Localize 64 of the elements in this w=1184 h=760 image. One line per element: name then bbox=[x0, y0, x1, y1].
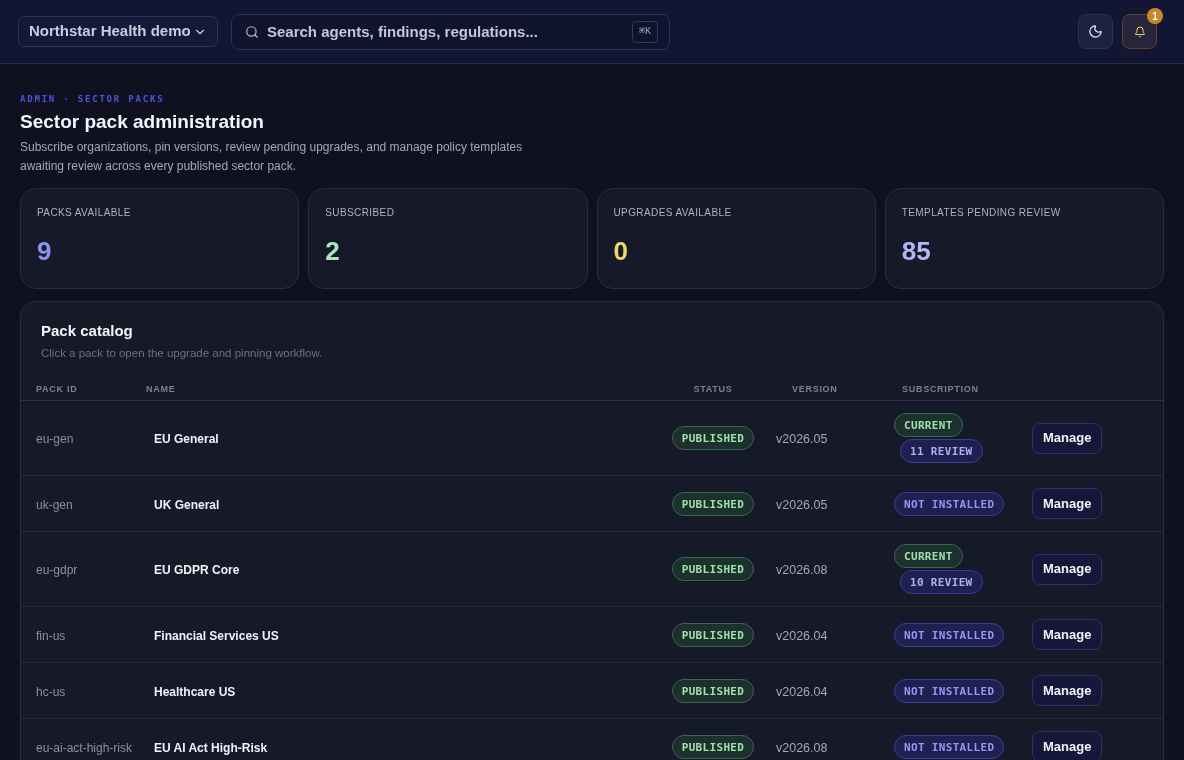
table-cell: uk-gen bbox=[36, 497, 73, 512]
manage-button[interactable]: Manage bbox=[1032, 488, 1103, 519]
bell-icon bbox=[1133, 25, 1146, 38]
table-cell: Financial Services US bbox=[154, 628, 279, 643]
table-cell: EU General bbox=[154, 432, 219, 446]
panel-title: Pack catalog bbox=[41, 321, 134, 341]
table-cell: EU AI Act High-Risk bbox=[154, 740, 268, 755]
moon-icon bbox=[1088, 24, 1103, 39]
theme-toggle-button[interactable] bbox=[1078, 14, 1113, 49]
subscription-badge: CURRENT bbox=[894, 544, 963, 568]
table-cell: EU GDPR Core bbox=[154, 563, 240, 577]
panel-subtitle: Click a pack to open the upgrade and pinning workflow. bbox=[41, 346, 324, 361]
notification-count: 1 bbox=[1147, 8, 1163, 24]
column-header: STATUS bbox=[693, 383, 733, 394]
stat-value: 2 bbox=[325, 236, 341, 266]
page-description: Subscribe organizations, pin versions, review pending upgrades, and manage policy templates awaiting review across every published sector pack. bbox=[20, 139, 524, 175]
stat-label: PACKS AVAILABLE bbox=[37, 207, 132, 219]
table-cell: v2026.05 bbox=[776, 497, 828, 512]
status-badge: PUBLISHED bbox=[671, 678, 755, 703]
subscription-badge: NOT INSTALLED bbox=[894, 678, 1005, 703]
manage-button[interactable]: Manage bbox=[1032, 675, 1103, 706]
stat-label: TEMPLATES PENDING REVIEW bbox=[901, 207, 1062, 219]
table-cell: v2026.08 bbox=[776, 563, 828, 577]
shortcut-key: ⌘K bbox=[631, 20, 658, 43]
table-cell: hc-us bbox=[36, 684, 66, 699]
table-cell: eu-ai-act-high-risk bbox=[36, 740, 133, 755]
status-badge: PUBLISHED bbox=[671, 426, 755, 450]
table-cell: UK General bbox=[154, 497, 220, 512]
table-cell: Healthcare US bbox=[154, 684, 236, 699]
subscription-badge: NOT INSTALLED bbox=[894, 622, 1005, 647]
subscription-badge: NOT INSTALLED bbox=[894, 491, 1005, 516]
table-cell: eu-gen bbox=[36, 432, 74, 446]
column-header: SUBSCRIPTION bbox=[902, 383, 979, 394]
table-cell: v2026.04 bbox=[776, 684, 828, 699]
table-cell: v2026.04 bbox=[776, 628, 828, 643]
status-badge: PUBLISHED bbox=[671, 491, 755, 516]
table-cell: v2026.08 bbox=[776, 740, 828, 755]
table-cell: v2026.05 bbox=[776, 432, 828, 446]
page-title: Sector pack administration bbox=[20, 110, 264, 134]
column-header: NAME bbox=[146, 383, 176, 394]
stat-value: 0 bbox=[613, 236, 629, 266]
status-badge: PUBLISHED bbox=[671, 734, 755, 759]
manage-button[interactable]: Manage bbox=[1032, 422, 1103, 454]
status-badge: PUBLISHED bbox=[671, 557, 755, 581]
manage-button[interactable]: Manage bbox=[1032, 553, 1103, 585]
manage-button[interactable]: Manage bbox=[1032, 731, 1103, 760]
stat-label: SUBSCRIBED bbox=[325, 207, 396, 219]
status-badge: PUBLISHED bbox=[671, 622, 755, 647]
stat-label: UPGRADES AVAILABLE bbox=[613, 207, 733, 219]
organization-selector[interactable]: Northstar Health demo bbox=[18, 16, 218, 47]
manage-button[interactable]: Manage bbox=[1032, 619, 1103, 650]
table-cell: eu-gdpr bbox=[36, 563, 78, 577]
search-icon bbox=[245, 24, 259, 39]
subscription-badge: 11 REVIEW bbox=[900, 439, 983, 463]
column-header: VERSION bbox=[792, 383, 838, 394]
stat-value: 9 bbox=[37, 236, 53, 266]
column-header: PACK ID bbox=[36, 383, 78, 394]
breadcrumb: ADMIN · SECTOR PACKS bbox=[20, 93, 165, 105]
notifications-button[interactable] bbox=[1122, 14, 1157, 49]
stat-value: 85 bbox=[901, 236, 932, 266]
table-cell: fin-us bbox=[36, 628, 66, 643]
subscription-badge: 10 REVIEW bbox=[900, 570, 983, 594]
subscription-badge: NOT INSTALLED bbox=[894, 734, 1005, 759]
subscription-badge: CURRENT bbox=[894, 413, 963, 437]
